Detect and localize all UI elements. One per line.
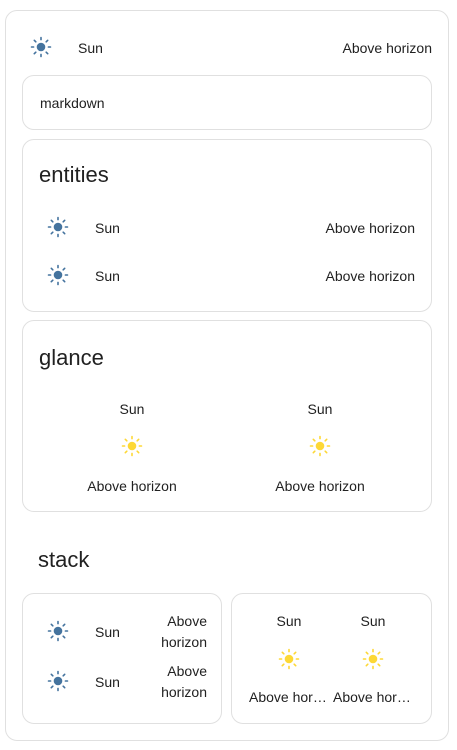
- entity-state: Above horizon: [325, 220, 415, 236]
- stack-title: stack: [38, 547, 90, 572]
- entity-state: Above horizon: [161, 613, 207, 650]
- stack-entities-row-2[interactable]: Sun Above horizon: [39, 659, 207, 701]
- sun-icon: [308, 434, 332, 458]
- glance-state: Above horizon: [275, 478, 365, 494]
- stack-entities-row-1[interactable]: Sun Above horizon: [39, 609, 207, 651]
- entity-state: Above horizon: [161, 663, 207, 700]
- entity-name: Sun: [78, 40, 103, 56]
- sun-icon: [277, 647, 301, 671]
- markdown-content: markdown: [40, 95, 105, 111]
- entity-name: Sun: [95, 624, 120, 640]
- glance-name: Sun: [119, 401, 145, 417]
- sun-icon: [46, 619, 70, 643]
- entity-state: Above horizon: [325, 268, 415, 284]
- entities-row-1[interactable]: Sun Above horizon: [39, 214, 415, 240]
- glance-state: Above horizon: [333, 689, 413, 705]
- sun-icon: [46, 263, 70, 287]
- card-title: glance: [39, 345, 104, 370]
- stack-glance-item-1[interactable]: Sun Above horizon: [249, 609, 329, 709]
- top-entity-row[interactable]: Sun Above horizon: [22, 34, 432, 60]
- glance-name: Sun: [307, 401, 333, 417]
- entities-row-2[interactable]: Sun Above horizon: [39, 262, 415, 288]
- sun-icon: [46, 215, 70, 239]
- sun-icon: [46, 669, 70, 693]
- glance-item-1[interactable]: Sun Above horizon: [70, 396, 194, 496]
- sun-icon: [29, 35, 53, 59]
- entity-state: Above horizon: [342, 40, 432, 56]
- glance-state: Above horizon: [87, 478, 177, 494]
- markdown-card: markdown: [22, 75, 432, 130]
- sun-icon: [120, 434, 144, 458]
- glance-name: Sun: [276, 613, 302, 629]
- glance-item-2[interactable]: Sun Above horizon: [258, 396, 382, 496]
- stack-glance-item-2[interactable]: Sun Above horizon: [333, 609, 413, 709]
- card-title: entities: [39, 162, 109, 187]
- glance-name: Sun: [360, 613, 386, 629]
- entity-name: Sun: [95, 674, 120, 690]
- sun-icon: [361, 647, 385, 671]
- entity-name: Sun: [95, 268, 120, 284]
- glance-state: Above horizon: [249, 689, 329, 705]
- entity-name: Sun: [95, 220, 120, 236]
